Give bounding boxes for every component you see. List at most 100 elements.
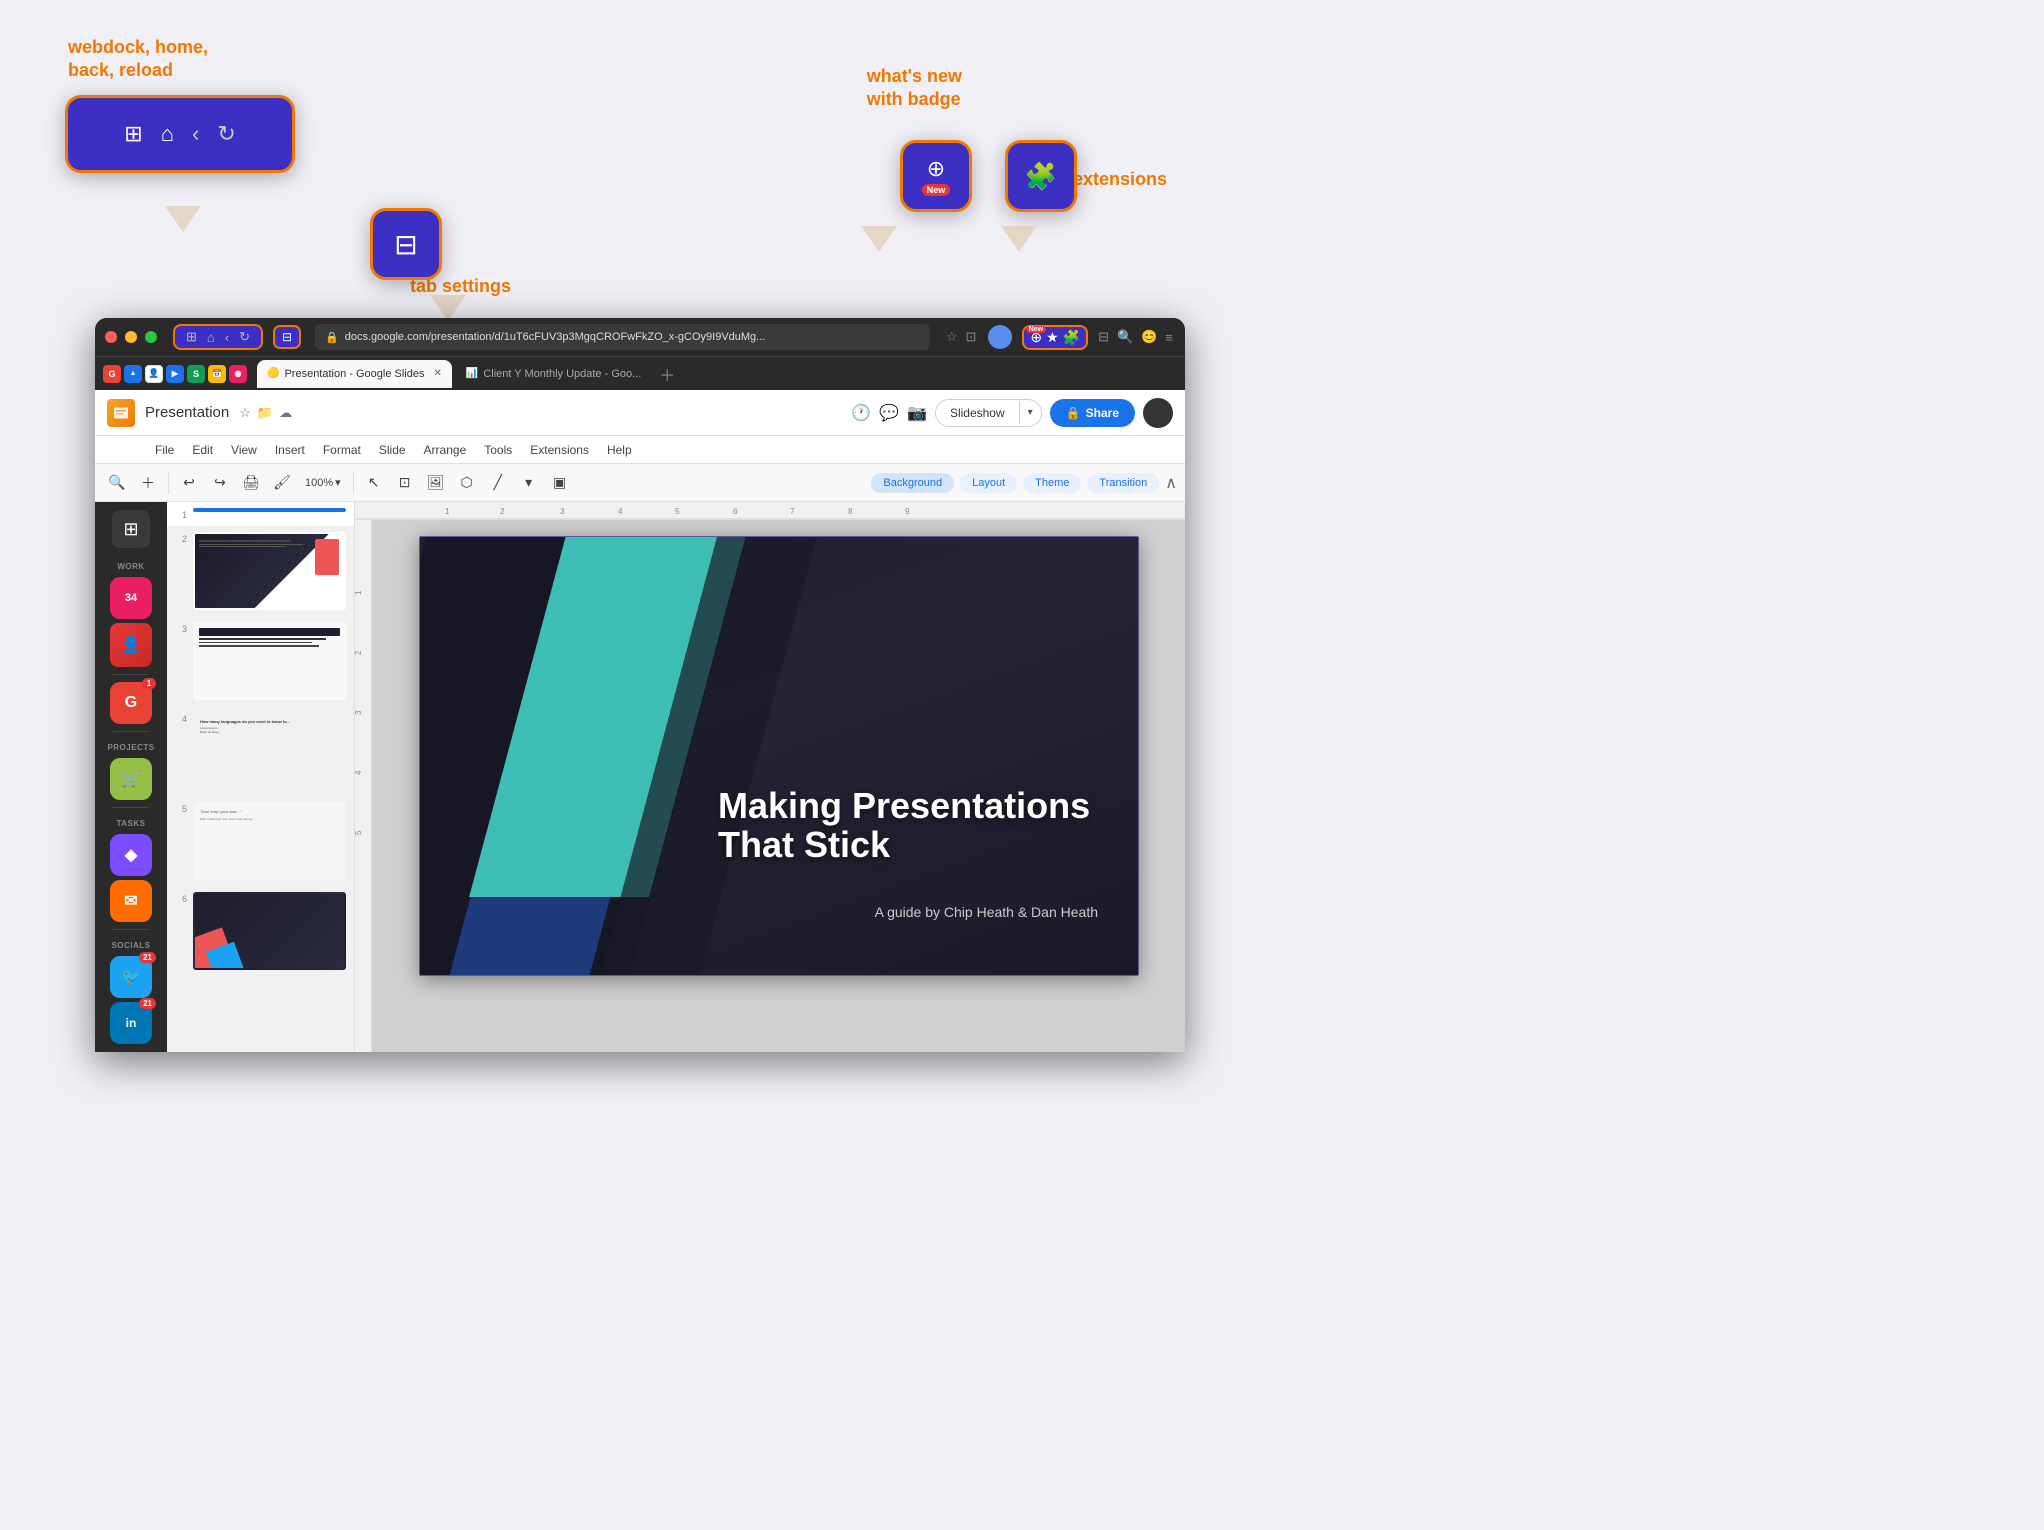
line-btn[interactable]: ╱ bbox=[484, 469, 512, 497]
browser-tab-settings-btn[interactable]: ⊟ bbox=[273, 325, 301, 349]
history-icon[interactable]: 🕐 bbox=[851, 403, 871, 423]
tab-google-slides[interactable]: 🟡 Presentation - Google Slides ✕ bbox=[257, 360, 452, 388]
calendar-icon[interactable]: 📅 bbox=[208, 365, 226, 383]
dock-app-twitter[interactable]: 🐦 21 bbox=[110, 956, 152, 998]
sidebar-toggle-icon[interactable]: ⊟ bbox=[1096, 327, 1111, 347]
line-dropdown[interactable]: ▾ bbox=[515, 469, 543, 497]
zoom-out-btn[interactable]: 🔍 bbox=[103, 469, 131, 497]
dock-app-linkedin[interactable]: in 21 bbox=[110, 1002, 152, 1044]
slide-thumb-4[interactable]: 4 How many languages do you need to know… bbox=[167, 706, 354, 796]
meet-icon[interactable]: ▶ bbox=[166, 365, 184, 383]
menu-icon[interactable]: ≡ bbox=[1163, 328, 1175, 347]
webdock-nav-widget[interactable]: ⊞ ⌂ ‹ ↻ bbox=[65, 95, 295, 173]
screenshot-icon[interactable]: ⊡ bbox=[963, 327, 978, 347]
menu-insert[interactable]: Insert bbox=[267, 439, 313, 461]
tab-settings-widget[interactable]: ⊟ bbox=[370, 208, 442, 280]
cursor-btn[interactable]: ↖ bbox=[360, 469, 388, 497]
textbox-btn[interactable]: ▣ bbox=[546, 469, 574, 497]
comment-icon[interactable]: 💬 bbox=[879, 403, 899, 423]
left-dock: ⊞ WORK 34 👤 G 1 PROJECTS 🛒 TA bbox=[95, 502, 167, 1052]
emoji-icon[interactable]: 😊 bbox=[1139, 327, 1159, 347]
tab-client-y[interactable]: 📊 Client Y Monthly Update - Goo... bbox=[456, 360, 651, 388]
print-btn[interactable]: 🖨 bbox=[237, 469, 265, 497]
transition-chip[interactable]: Transition bbox=[1087, 473, 1159, 493]
dock-app-shopify[interactable]: 🛒 bbox=[110, 758, 152, 800]
cloud-icon[interactable]: ☁ bbox=[279, 405, 292, 421]
dock-app-work-badge[interactable]: 34 bbox=[110, 577, 152, 619]
menu-edit[interactable]: Edit bbox=[184, 439, 221, 461]
dock-grid-btn[interactable]: ⊞ bbox=[112, 510, 150, 548]
menu-slide[interactable]: Slide bbox=[371, 439, 414, 461]
redo-btn[interactable]: ↪ bbox=[206, 469, 234, 497]
editor-canvas[interactable]: 1 2 3 4 5 6 7 8 9 bbox=[355, 502, 1185, 1052]
sheets-icon[interactable]: S bbox=[187, 365, 205, 383]
slideshow-btn-group: Slideshow ▾ bbox=[935, 399, 1042, 427]
menu-help[interactable]: Help bbox=[599, 439, 640, 461]
dock-app-tasks-2[interactable]: ✉ bbox=[110, 880, 152, 922]
search-icon[interactable]: 🔍 bbox=[1115, 327, 1135, 347]
camera-icon[interactable]: 📷 bbox=[907, 403, 927, 423]
folder-icon[interactable]: 📁 bbox=[257, 405, 273, 421]
slide-thumb-6[interactable]: 6 bbox=[167, 886, 354, 976]
traffic-light-green[interactable] bbox=[145, 331, 157, 343]
slideshow-dropdown-btn[interactable]: ▾ bbox=[1019, 401, 1041, 424]
shape-btn[interactable]: ⬡ bbox=[453, 469, 481, 497]
nav-back-icon[interactable]: ‹ bbox=[222, 330, 232, 345]
whats-new-widget[interactable]: ⊕ New bbox=[900, 140, 972, 212]
dock-app-tasks-1[interactable]: ◆ bbox=[110, 834, 152, 876]
menu-extensions[interactable]: Extensions bbox=[522, 439, 597, 461]
gmail-icon[interactable]: G bbox=[103, 365, 121, 383]
image-btn[interactable]: 🖼 bbox=[422, 469, 450, 497]
maps-icon[interactable]: ◉ bbox=[229, 365, 247, 383]
canvas-content[interactable]: Making Presentations That Stick A guide … bbox=[373, 520, 1185, 1052]
slide-thumb-5[interactable]: 5 "Just 'crop' your own..." With a littl… bbox=[167, 796, 354, 886]
layout-chip[interactable]: Layout bbox=[960, 473, 1017, 493]
slide-thumb-1[interactable]: 1 MakingPresentationsThat Stick A guide … bbox=[167, 502, 354, 526]
nav-home-icon[interactable]: ⌂ bbox=[204, 330, 218, 345]
dock-section-projects-label: PROJECTS bbox=[107, 743, 154, 752]
menu-tools[interactable]: Tools bbox=[476, 439, 520, 461]
slideshow-button[interactable]: Slideshow bbox=[936, 400, 1019, 426]
background-chip[interactable]: Background bbox=[871, 473, 954, 493]
menu-format[interactable]: Format bbox=[315, 439, 369, 461]
theme-chip[interactable]: Theme bbox=[1023, 473, 1081, 493]
star-icon[interactable]: ☆ bbox=[239, 405, 251, 421]
main-area: ⊞ WORK 34 👤 G 1 PROJECTS 🛒 TA bbox=[95, 502, 1185, 1052]
titlebar-icons: ☆ ⊡ bbox=[944, 327, 979, 347]
drive-icon[interactable]: ▲ bbox=[124, 365, 142, 383]
slide-thumb-3[interactable]: 3 bbox=[167, 616, 354, 706]
zoom-dropdown[interactable]: 100%▾ bbox=[299, 473, 347, 492]
tab-close-btn[interactable]: ✕ bbox=[433, 368, 441, 379]
dock-app-google[interactable]: G 1 bbox=[110, 682, 152, 724]
whats-new-ext-icon[interactable]: ⊕ New bbox=[1030, 329, 1042, 346]
url-bar[interactable]: 🔒 docs.google.com/presentation/d/1uT6cFU… bbox=[315, 324, 930, 350]
bookmark-icon[interactable]: ☆ bbox=[944, 327, 960, 347]
paint-format-btn[interactable]: 🖌 bbox=[268, 469, 296, 497]
profile-avatar[interactable] bbox=[988, 325, 1012, 349]
menu-file[interactable]: File bbox=[147, 439, 182, 461]
ext-icon-2[interactable]: ★ bbox=[1046, 329, 1059, 346]
slide-thumb-2[interactable]: 2 bbox=[167, 526, 354, 616]
nav-reload-icon[interactable]: ↻ bbox=[236, 329, 253, 345]
undo-btn[interactable]: ↩ bbox=[175, 469, 203, 497]
slides-topbar: Presentation ☆ 📁 ☁ 🕐 💬 📷 Slideshow ▾ 🔒 S… bbox=[95, 390, 1185, 436]
traffic-light-yellow[interactable] bbox=[125, 331, 137, 343]
ext-puzzle-icon[interactable]: 🧩 bbox=[1063, 329, 1080, 346]
traffic-light-red[interactable] bbox=[105, 331, 117, 343]
menu-view[interactable]: View bbox=[223, 439, 265, 461]
contacts-icon[interactable]: 👤 bbox=[145, 365, 163, 383]
share-button[interactable]: 🔒 Share bbox=[1050, 399, 1135, 427]
new-tab-btn[interactable]: ＋ bbox=[659, 362, 675, 386]
menu-arrange[interactable]: Arrange bbox=[416, 439, 475, 461]
browser-nav-controls[interactable]: ⊞ ⌂ ‹ ↻ bbox=[173, 324, 263, 350]
nav-list-icon[interactable]: ⊞ bbox=[183, 329, 200, 345]
extensions-widget[interactable]: 🧩 bbox=[1005, 140, 1077, 212]
slide-preview-1: MakingPresentationsThat Stick A guide by… bbox=[193, 508, 346, 512]
extension-icons-group[interactable]: ⊕ New ★ 🧩 bbox=[1022, 325, 1088, 350]
main-slide[interactable]: Making Presentations That Stick A guide … bbox=[419, 536, 1139, 976]
select-btn[interactable]: ⊡ bbox=[391, 469, 419, 497]
user-avatar[interactable] bbox=[1143, 398, 1173, 428]
dock-avatar[interactable]: 👤 bbox=[110, 623, 152, 667]
add-btn[interactable]: ＋ bbox=[134, 469, 162, 497]
toolbar-collapse-btn[interactable]: ∧ bbox=[1165, 473, 1177, 493]
